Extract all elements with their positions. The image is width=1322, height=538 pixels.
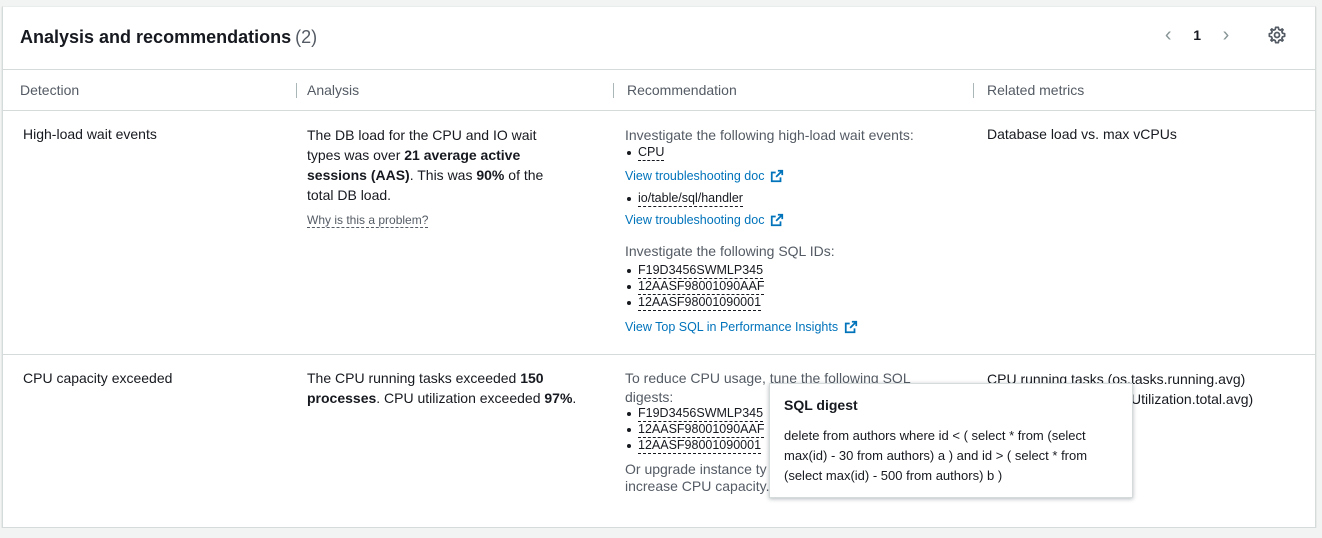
gear-icon[interactable] [1268,26,1286,44]
table-header: Detection Analysis Recommendation Relate… [3,69,1315,111]
analysis-line: The DB load for the CPU and IO wait [307,127,537,143]
analysis-text: The CPU running tasks exceeded [307,370,521,386]
why-problem-link[interactable]: Why is this a problem? [307,213,429,228]
panel-count: (2) [295,27,318,47]
analysis-line: sessions (AAS). This was 90% of the [307,165,567,185]
sql-digest[interactable]: 12AASF98001090AAF [638,422,765,438]
column-header-recommendation[interactable]: Recommendation [627,82,737,98]
analysis-cell: The DB load for the CPU and IO wait type… [307,125,567,228]
panel-title-text: Analysis and recommendations [20,27,292,47]
page-background [0,528,1322,538]
sql-digest-popover: SQL digest delete from authors where id … [769,383,1133,498]
wait-event-io[interactable]: io/table/sql/handler [638,191,743,207]
chevron-left-icon[interactable]: ‹ [1161,25,1175,45]
popover-body: delete from authors where id < ( select … [784,428,1088,483]
sql-id[interactable]: 12AASF98001090AAF [638,279,765,295]
related-metric-link[interactable]: Database load vs. max vCPUs [987,124,1177,144]
analysis-text: . This was [409,167,477,183]
analysis-text: types was over [307,147,405,163]
column-header-detection[interactable]: Detection [20,82,79,98]
analysis-bold: 90% [476,167,505,183]
panel-title: Analysis and recommendations (2) [20,27,317,48]
list-item: F19D3456SWMLP345 [625,263,965,279]
analysis-line: processes. CPU utilization exceeded 97%. [307,388,597,408]
analysis-bold: 150 [520,370,544,386]
bullet-icon [627,428,631,432]
analysis-line: types was over 21 average active [307,145,567,165]
sql-id[interactable]: 12AASF98001090001 [638,295,762,311]
page-number[interactable]: 1 [1193,27,1201,43]
pagination: ‹ 1 › [1161,25,1233,45]
recommendation-cell: Investigate the following high-load wait… [625,125,965,336]
bullet-icon [627,269,631,273]
analysis-text: . [572,390,577,406]
bullet-icon [627,197,631,201]
list-item: CPU [625,145,965,161]
bullet-icon [627,444,631,448]
external-link-icon [844,320,858,334]
column-header-analysis[interactable]: Analysis [307,82,359,98]
link-text: View troubleshooting doc [625,169,765,183]
sql-ids-intro: Investigate the following SQL IDs: [625,243,835,259]
analysis-bold: 21 average active [404,147,521,163]
popover-title: SQL digest [784,397,858,413]
external-link-icon [771,169,784,183]
analysis-bold: 97% [544,390,573,406]
external-link-icon [771,213,784,227]
link-text: View troubleshooting doc [625,213,765,227]
sql-digest[interactable]: F19D3456SWMLP345 [638,406,764,422]
troubleshooting-doc-link[interactable]: View troubleshooting doc [625,167,784,185]
panel-header: Analysis and recommendations (2) ‹ 1 › [3,7,1315,69]
sql-digest[interactable]: 12AASF98001090001 [638,438,762,454]
link-text: View Top SQL in Performance Insights [625,320,839,334]
wait-event-cpu[interactable]: CPU [638,145,665,161]
list-item: 12AASF98001090001 [625,295,965,311]
column-resizer[interactable] [613,83,614,98]
detection-cell: High-load wait events [23,126,157,142]
list-item: 12AASF98001090AAF [625,279,965,295]
analysis-text: . CPU utilization exceeded [376,390,545,406]
analysis-line: total DB load. [307,187,392,203]
analysis-cell: The CPU running tasks exceeded 150 proce… [307,368,597,408]
bullet-icon [627,151,631,155]
bullet-icon [627,285,631,289]
table-row: High-load wait events The DB load for th… [3,111,1315,355]
analysis-line: The CPU running tasks exceeded 150 [307,368,597,388]
list-item: io/table/sql/handler [625,191,965,207]
analysis-bold: sessions (AAS) [307,167,410,183]
chevron-right-icon[interactable]: › [1219,25,1233,45]
analysis-text: of the [504,167,544,183]
sql-id[interactable]: F19D3456SWMLP345 [638,263,764,279]
column-resizer[interactable] [973,83,974,98]
troubleshooting-doc-link[interactable]: View troubleshooting doc [625,211,784,229]
column-header-related-metrics[interactable]: Related metrics [987,82,1084,98]
bullet-icon [627,301,631,305]
detection-cell: CPU capacity exceeded [23,370,173,386]
related-metric-link[interactable]: Utilization.total.avg) [1131,389,1253,409]
column-resizer[interactable] [296,83,297,98]
bullet-icon [627,412,631,416]
top-sql-link[interactable]: View Top SQL in Performance Insights [625,318,858,336]
recommendation-intro: Investigate the following high-load wait… [625,127,914,143]
analysis-bold: processes [307,390,377,406]
